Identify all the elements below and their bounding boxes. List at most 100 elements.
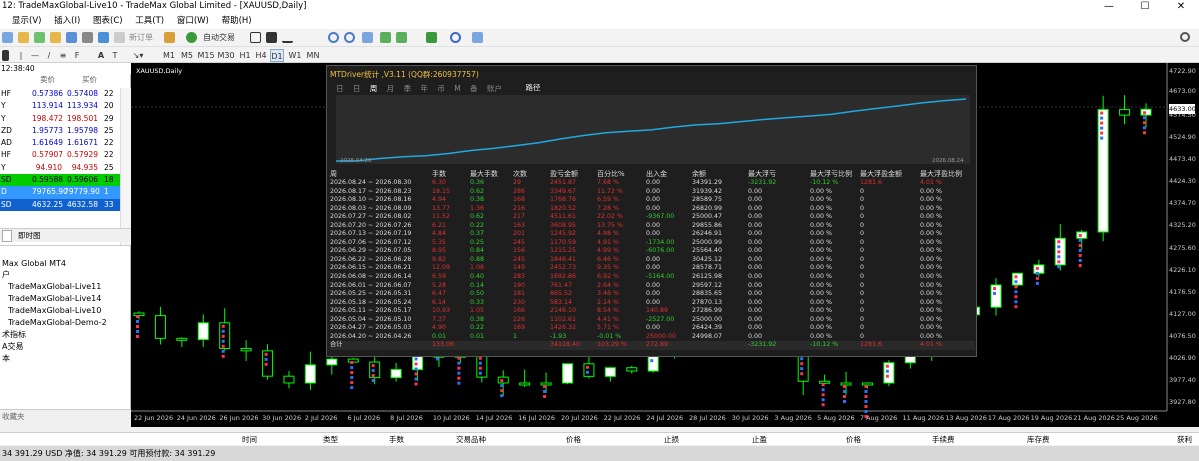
stats-row[interactable]: 2026.08.03 ~ 2026.08.09 13.77 1.36 216 1820.…: [330, 205, 975, 214]
menu-view[interactable]: 显示(V): [12, 13, 41, 29]
channel-tool[interactable]: ≡: [58, 49, 68, 62]
nav-account-live14[interactable]: TradeMaxGlobal-Live14: [8, 294, 101, 304]
favorites-tab[interactable]: 收藏夹: [0, 409, 131, 422]
stats-row[interactable]: 2026.08.10 ~ 2026.08.16 4.94 0.38 168 1768.7…: [330, 196, 975, 205]
stats-tab-month[interactable]: 月: [387, 84, 395, 93]
stats-tab-account[interactable]: 账户: [487, 84, 502, 93]
auto-scroll-icon[interactable]: [380, 32, 391, 43]
periods-icon[interactable]: [450, 32, 461, 43]
terminal-column-header[interactable]: 手续费: [932, 433, 955, 446]
terminal-column-header[interactable]: 时间: [242, 433, 257, 446]
timeframe-h1[interactable]: H1: [238, 49, 252, 62]
nav-root[interactable]: Max Global MT4: [2, 259, 66, 269]
stats-tab-magic[interactable]: M: [454, 84, 460, 93]
stats-row[interactable]: 2026.07.20 ~ 2026.07.26 6.21 0.22 163 3608.9…: [330, 222, 975, 231]
stats-row[interactable]: 2026.06.29 ~ 2026.07.05 8.95 0.84 156 1215.2…: [330, 247, 975, 256]
stats-row[interactable]: 2026.06.08 ~ 2026.06.14 6.59 0.40 283 1692.8…: [330, 273, 975, 282]
candle-chart-icon[interactable]: [266, 32, 277, 43]
terminal-column-header[interactable]: 止损: [664, 433, 679, 446]
stats-row[interactable]: 2026.07.27 ~ 2026.08.02 11.52 0.62 217 4511.…: [330, 213, 975, 222]
stats-column-header[interactable]: 最大浮盈比例: [920, 169, 962, 179]
stats-row[interactable]: 2026.06.15 ~ 2026.06.21 12.09 1.08 149 2452.…: [330, 264, 975, 273]
nav-account-demo2[interactable]: TradeMaxGlobal-Demo-2: [8, 318, 107, 328]
horizontal-line-tool[interactable]: —: [30, 49, 40, 62]
terminal-column-header[interactable]: 价格: [846, 433, 861, 446]
market-watch-row[interactable]: HF 0.57907 0.57929 22: [0, 149, 120, 162]
tile-windows-icon[interactable]: [362, 32, 373, 43]
cursor-icon[interactable]: [2, 50, 9, 61]
stats-row[interactable]: 2026.07.06 ~ 2026.07.12 5.35 0.25 245 1170.5…: [330, 239, 975, 248]
nav-account-live10[interactable]: TradeMaxGlobal-Live10: [8, 306, 101, 316]
stats-row[interactable]: 2026.05.25 ~ 2026.05.31 6.47 0.50 181 865.52…: [330, 290, 975, 299]
menu-help[interactable]: 帮助(H): [222, 13, 252, 29]
market-watch-row[interactable]: Y 94.910 94.935 25: [0, 161, 120, 175]
timeframe-m15[interactable]: M15: [197, 49, 215, 62]
terminal-column-header[interactable]: 交易品种: [456, 433, 486, 446]
tab-symbols[interactable]: [2, 230, 12, 242]
stats-tab-day[interactable]: 日: [336, 84, 344, 93]
metaeditor-icon[interactable]: [164, 32, 175, 43]
menu-window[interactable]: 窗口(W): [177, 13, 209, 29]
close-button[interactable]: ✕: [1163, 0, 1199, 13]
market-watch-row[interactable]: D 79765.90 79779.90 1: [0, 186, 120, 199]
market-watch-row[interactable]: SD 4632.25 4632.58 33: [0, 198, 120, 211]
terminal-column-header[interactable]: 获利: [1177, 433, 1192, 446]
zoom-out-icon[interactable]: [344, 32, 355, 43]
stats-column-header[interactable]: 最大浮盈金额: [860, 169, 902, 179]
stats-row[interactable]: 2026.08.24 ~ 2026.08.30 6.30 0.36 29 2451.87…: [330, 179, 975, 188]
chart-shift-icon[interactable]: [396, 32, 407, 43]
profiles-icon[interactable]: [18, 32, 29, 43]
market-watch-row[interactable]: Y 113.914 113.934 20: [0, 100, 120, 113]
zoom-in-icon[interactable]: [328, 32, 339, 43]
terminal-column-header[interactable]: 止盈: [752, 433, 767, 446]
timeframe-h4[interactable]: H4: [254, 49, 268, 62]
market-watch-scrollbar[interactable]: [120, 88, 131, 245]
stats-column-header[interactable]: 最大浮亏比例: [810, 169, 852, 179]
nav-indicators[interactable]: 术指标: [2, 330, 26, 340]
nav-account-live11[interactable]: TradeMaxGlobal-Live11: [8, 282, 101, 292]
market-watch-icon[interactable]: [34, 32, 45, 43]
column-ask[interactable]: 买价: [82, 74, 97, 86]
new-order-button[interactable]: 新订单: [126, 31, 156, 44]
market-watch-row[interactable]: AD 1.61649 1.61671 22: [0, 137, 120, 150]
stats-tab-note[interactable]: 备: [470, 84, 478, 93]
stats-row[interactable]: 2026.05.18 ~ 2026.05.24 6.14 0.33 230 583.14…: [330, 299, 975, 308]
stats-column-header[interactable]: 出入金: [646, 169, 667, 179]
timeframe-m30[interactable]: M30: [217, 49, 235, 62]
stats-column-header[interactable]: 百分比%: [597, 169, 625, 179]
timeframe-w1[interactable]: W1: [288, 49, 302, 62]
vertical-line-tool[interactable]: |: [16, 49, 26, 62]
market-watch-row[interactable]: Y 198.472 198.501 29: [0, 112, 120, 125]
path-button[interactable]: 路径: [520, 82, 546, 94]
terminal-icon[interactable]: [82, 32, 93, 43]
stats-column-header[interactable]: 手数: [432, 169, 446, 179]
timeframe-d1[interactable]: D1: [270, 49, 284, 62]
terminal-column-header[interactable]: 手数: [389, 433, 404, 446]
timeframe-m1[interactable]: M1: [162, 49, 176, 62]
tab-tick-chart[interactable]: 即时图: [14, 230, 45, 242]
menu-tools[interactable]: 工具(T): [135, 13, 164, 29]
timeframe-mn[interactable]: MN: [305, 49, 321, 62]
stats-column-header[interactable]: 盈亏金额: [550, 169, 578, 179]
nav-scripts[interactable]: 本: [2, 354, 10, 364]
terminal-column-header[interactable]: 库存费: [1027, 433, 1050, 446]
stats-column-header[interactable]: 余额: [692, 169, 706, 179]
stats-row[interactable]: 2026.06.22 ~ 2026.06.28 9.82 0.88 245 1846.4…: [330, 256, 975, 265]
stats-column-header[interactable]: 最大浮亏: [748, 169, 776, 179]
market-watch-row[interactable]: HF 0.57386 0.57408 22: [0, 88, 120, 101]
arrows-tool[interactable]: ↘▾: [130, 49, 146, 62]
fibo-tool[interactable]: F: [72, 49, 82, 62]
new-order-icon[interactable]: [114, 32, 125, 43]
stats-row[interactable]: 2026.05.04 ~ 2026.05.10 7.37 0.38 226 1102.6…: [330, 316, 975, 325]
maximize-button[interactable]: ☐: [1127, 0, 1163, 13]
stats-row[interactable]: 2026.05.11 ~ 2026.05.17 10.93 1.05 166 2146.…: [330, 307, 975, 316]
templates-icon[interactable]: [472, 32, 483, 43]
stats-tab-currency[interactable]: 币: [437, 84, 445, 93]
menu-insert[interactable]: 插入(I): [54, 13, 80, 29]
stats-row[interactable]: 2026.08.17 ~ 2026.08.23 18.15 0.62 286 3349.…: [330, 188, 975, 197]
stats-tab-year[interactable]: 年: [420, 84, 428, 93]
stats-row[interactable]: 2026.04.20 ~ 2026.04.26 0.01 0.01 1 -1.93 -0.…: [330, 333, 975, 342]
minimize-button[interactable]: —: [1091, 0, 1127, 13]
stats-tab-day2[interactable]: 日: [353, 84, 361, 93]
bar-chart-icon[interactable]: [250, 32, 261, 43]
